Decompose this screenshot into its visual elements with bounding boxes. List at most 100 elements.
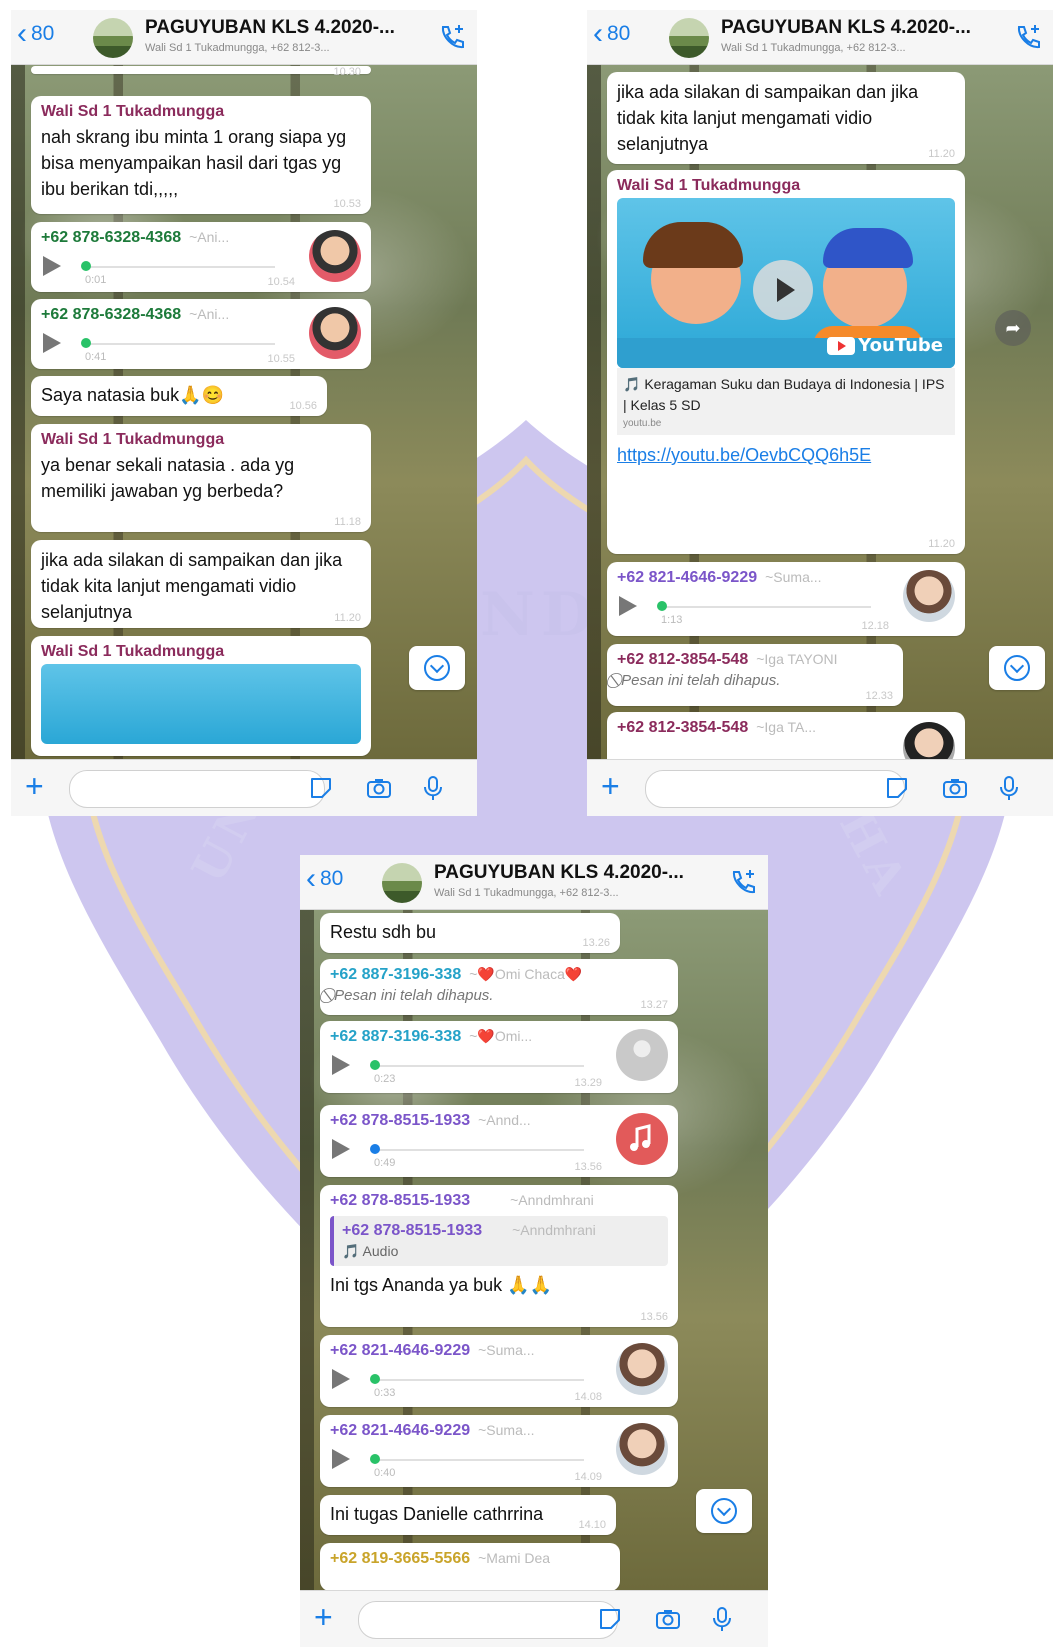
group-title[interactable]: PAGUYUBAN KLS 4.2020-...	[721, 17, 971, 39]
chevron-left-icon: ‹	[306, 862, 316, 895]
plus-icon[interactable]: +	[601, 770, 620, 802]
plus-icon[interactable]: +	[25, 770, 44, 802]
play-icon[interactable]	[43, 256, 61, 276]
chat-header: ‹ 80 PAGUYUBAN KLS 4.2020-... Wali Sd 1 T…	[300, 855, 768, 910]
group-title[interactable]: PAGUYUBAN KLS 4.2020-...	[434, 862, 684, 884]
sender-alias: ~Suma...	[478, 1422, 535, 1438]
microphone-icon[interactable]	[419, 774, 447, 802]
voice-message[interactable]: +62 821-4646-9229 ~Suma... 1:13 12.18	[607, 562, 965, 636]
sticker-icon[interactable]	[596, 1605, 624, 1633]
voice-track[interactable]	[374, 1379, 584, 1381]
group-members[interactable]: Wali Sd 1 Tukadmungga, +62 812-3...	[721, 42, 906, 54]
play-icon[interactable]	[332, 1139, 350, 1159]
voice-track[interactable]	[85, 343, 275, 345]
group-members[interactable]: Wali Sd 1 Tukadmungga, +62 812-3...	[145, 42, 330, 54]
deleted-message[interactable]: +62 887-3196-338 ~❤️Omi Chaca❤️ ⃠ Pesan i…	[320, 959, 678, 1015]
sender-alias: ~Iga TAYONI	[756, 651, 838, 667]
link-message[interactable]: Wali Sd 1 Tukadmungga YouTube 🎵 Keragama…	[607, 170, 965, 554]
voice-message[interactable]: +62 878-8515-1933 ~Annd... 0:49 13.56	[320, 1105, 678, 1177]
play-icon[interactable]	[43, 333, 61, 353]
voice-message[interactable]: +62 878-6328-4368 ~Ani... 0:01 10.54	[31, 222, 371, 292]
voice-progress-dot[interactable]	[370, 1060, 380, 1070]
message-bubble[interactable]: jika ada silakan di sampaikan dan jika t…	[607, 72, 965, 164]
voice-progress-dot[interactable]	[370, 1144, 380, 1154]
message-bubble-partial[interactable]: +62 819-3665-5566 ~Mami Dea	[320, 1543, 620, 1591]
voice-progress-dot[interactable]	[81, 338, 91, 348]
voice-message[interactable]: +62 878-6328-4368 ~Ani... 0:41 10.55	[31, 299, 371, 369]
message-input[interactable]	[645, 770, 905, 808]
group-title[interactable]: PAGUYUBAN KLS 4.2020-...	[145, 17, 395, 39]
camera-icon[interactable]	[654, 1605, 682, 1633]
scroll-down-button[interactable]	[989, 646, 1045, 690]
voice-track[interactable]	[85, 266, 275, 268]
voice-message[interactable]: +62 887-3196-338 ~❤️Omi... 0:23 13.29	[320, 1021, 678, 1093]
message-input[interactable]	[358, 1601, 618, 1639]
play-icon[interactable]	[332, 1449, 350, 1469]
chat-header: ‹ 80 PAGUYUBAN KLS 4.2020-... Wali Sd 1 T…	[11, 10, 477, 65]
voice-track[interactable]	[374, 1149, 584, 1151]
message-bubble[interactable]: Ini tugas Danielle cathrrina 14.10	[320, 1495, 616, 1535]
chat-screenshot-1: ‹ 80 PAGUYUBAN KLS 4.2020-... Wali Sd 1 T…	[11, 10, 477, 816]
deleted-message[interactable]: +62 812-3854-548 ~Iga TAYONI ⃠ Pesan ini …	[607, 644, 903, 706]
sticker-icon[interactable]	[307, 774, 335, 802]
message-time: 10.53	[333, 198, 361, 210]
microphone-icon[interactable]	[708, 1605, 736, 1633]
message-bubble[interactable]: Saya natasia buk🙏😊 10.56	[31, 376, 327, 416]
voice-track[interactable]	[661, 606, 871, 608]
message-time: 14.09	[574, 1471, 602, 1483]
quoted-alias: ~Anndmhrani	[512, 1222, 596, 1238]
play-icon[interactable]	[753, 260, 813, 320]
voice-message[interactable]: +62 821-4646-9229 ~Suma... 0:33 14.08	[320, 1335, 678, 1407]
message-text: Ini tgs Ananda ya buk 🙏🙏	[330, 1275, 552, 1295]
message-time: 13.26	[582, 937, 610, 949]
chevron-down-icon	[1004, 655, 1030, 681]
sender-avatar	[309, 230, 361, 282]
message-bubble[interactable]: Wali Sd 1 Tukadmungga	[31, 636, 371, 756]
add-call-icon[interactable]	[437, 22, 467, 52]
add-call-icon[interactable]	[1013, 22, 1043, 52]
voice-progress-dot[interactable]	[370, 1374, 380, 1384]
voice-progress-dot[interactable]	[370, 1454, 380, 1464]
plus-icon[interactable]: +	[314, 1601, 333, 1633]
message-input[interactable]	[69, 770, 325, 808]
youtube-link[interactable]: https://youtu.be/OevbCQQ6h5E	[617, 445, 955, 466]
message-text: jika ada silakan di sampaikan dan jika t…	[41, 550, 343, 622]
sender-alias: ~Ani...	[189, 306, 230, 322]
share-icon[interactable]: ➦	[995, 310, 1031, 346]
voice-message[interactable]: +62 821-4646-9229 ~Suma... 0:40 14.09	[320, 1415, 678, 1487]
message-bubble[interactable]: Wali Sd 1 Tukadmungga ya benar sekali na…	[31, 424, 371, 532]
back-button[interactable]: ‹ 80	[306, 862, 344, 895]
group-members[interactable]: Wali Sd 1 Tukadmungga, +62 812-3...	[434, 887, 619, 899]
sender-avatar	[616, 1423, 668, 1475]
link-preview-info[interactable]: 🎵 Keragaman Suku dan Budaya di Indonesia…	[617, 368, 955, 435]
voice-track[interactable]	[374, 1065, 584, 1067]
microphone-icon[interactable]	[995, 774, 1023, 802]
group-avatar[interactable]	[93, 18, 133, 58]
message-bubble[interactable]: Wali Sd 1 Tukadmungga nah skrang ibu min…	[31, 96, 371, 214]
play-icon[interactable]	[332, 1055, 350, 1075]
link-preview-thumbnail[interactable]	[41, 664, 361, 744]
add-call-icon[interactable]	[728, 867, 758, 897]
voice-progress-dot[interactable]	[657, 601, 667, 611]
back-button[interactable]: ‹ 80	[593, 19, 630, 49]
unread-count: 80	[320, 867, 344, 890]
scroll-down-button[interactable]	[409, 646, 465, 690]
sender-name: +62 812-3854-548 ~Iga TAYONI	[617, 651, 838, 668]
voice-progress-dot[interactable]	[81, 261, 91, 271]
scroll-down-button[interactable]	[696, 1489, 752, 1533]
group-avatar[interactable]	[382, 863, 422, 903]
youtube-thumbnail[interactable]: YouTube	[617, 198, 955, 368]
message-time: 10.55	[267, 353, 295, 365]
quoted-message[interactable]: +62 878-8515-1933 ~Anndmhrani 🎵 Audio	[330, 1216, 668, 1266]
voice-track[interactable]	[374, 1459, 584, 1461]
back-button[interactable]: ‹ 80	[17, 19, 54, 49]
group-avatar[interactable]	[669, 18, 709, 58]
play-icon[interactable]	[619, 596, 637, 616]
reply-message[interactable]: +62 878-8515-1933 ~Anndmhrani +62 878-851…	[320, 1185, 678, 1327]
message-bubble[interactable]: Restu sdh bu 13.26	[320, 913, 620, 953]
sticker-icon[interactable]	[883, 774, 911, 802]
camera-icon[interactable]	[365, 774, 393, 802]
play-icon[interactable]	[332, 1369, 350, 1389]
camera-icon[interactable]	[941, 774, 969, 802]
message-bubble[interactable]: jika ada silakan di sampaikan dan jika t…	[31, 540, 371, 628]
